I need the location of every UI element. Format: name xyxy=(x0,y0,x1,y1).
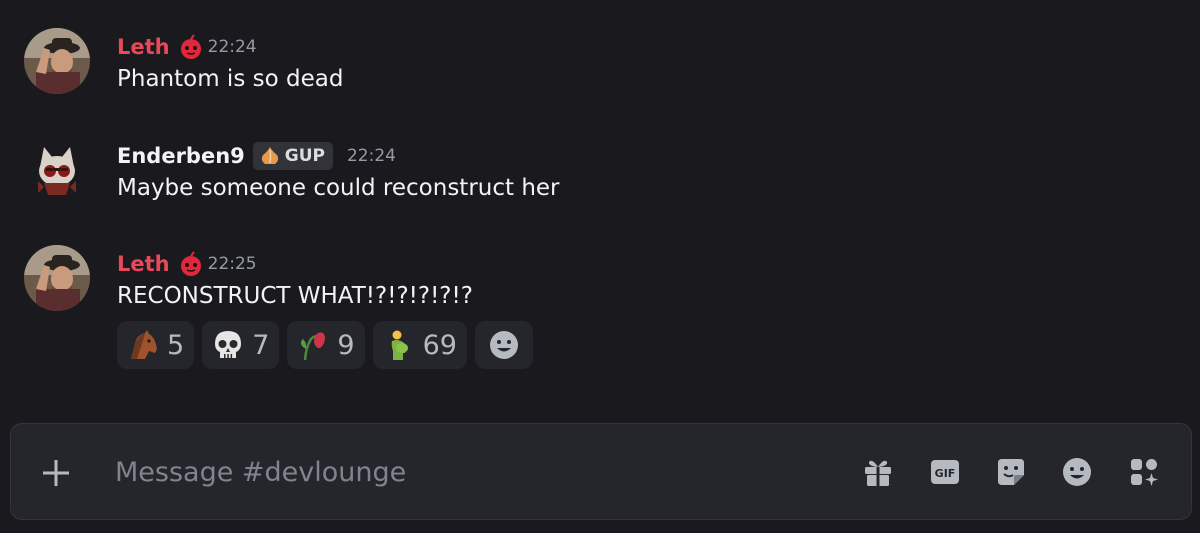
avatar[interactable] xyxy=(24,245,90,311)
message-header: Enderben9 GUP 22:24 xyxy=(117,141,396,171)
reactions-bar: 5 7 9 69 xyxy=(117,321,533,369)
reaction-skull[interactable]: 7 xyxy=(202,321,280,369)
avatar[interactable] xyxy=(24,137,90,203)
plus-icon[interactable] xyxy=(41,458,71,488)
timestamp: 22:25 xyxy=(207,254,257,274)
guild-tag-label: GUP xyxy=(284,146,325,166)
message-composer: GIF xyxy=(10,423,1192,520)
svg-text:GIF: GIF xyxy=(935,467,956,480)
gif-icon[interactable]: GIF xyxy=(929,456,961,488)
wilted-flower-icon xyxy=(297,329,329,361)
red-orb-icon xyxy=(178,34,204,60)
message-text: Maybe someone could reconstruct her xyxy=(117,175,560,201)
gift-icon[interactable] xyxy=(862,456,894,488)
username[interactable]: Leth xyxy=(117,252,170,276)
emoji-icon xyxy=(488,329,520,361)
username[interactable]: Leth xyxy=(117,35,170,59)
reaction-count: 7 xyxy=(252,329,270,361)
reaction-count: 5 xyxy=(167,329,185,361)
timestamp: 22:24 xyxy=(346,146,396,166)
message-header: Leth 22:25 xyxy=(117,249,257,279)
guild-tag[interactable]: GUP xyxy=(252,142,333,170)
message-input[interactable] xyxy=(115,446,715,498)
message-list: Leth 22:24 Phantom is so dead Enderben9 … xyxy=(0,0,1200,420)
reaction-count: 9 xyxy=(337,329,355,361)
reaction-horse[interactable]: 5 xyxy=(117,321,195,369)
horse-face-icon xyxy=(127,329,159,361)
reaction-wilted-flower[interactable]: 9 xyxy=(287,321,365,369)
reaction-pregnant-man[interactable]: 69 xyxy=(372,321,467,369)
reaction-count: 69 xyxy=(422,329,457,361)
emoji-icon[interactable] xyxy=(1061,456,1093,488)
message-text: RECONSTRUCT WHAT!?!?!?!?!? xyxy=(117,283,473,309)
message: Leth 22:25 RECONSTRUCT WHAT!?!?!?!?!? 5 … xyxy=(0,245,1200,369)
sticker-icon[interactable] xyxy=(995,456,1027,488)
message: Leth 22:24 Phantom is so dead xyxy=(0,28,1200,128)
red-orb-icon xyxy=(178,251,204,277)
timestamp: 22:24 xyxy=(207,37,257,57)
message-text: Phantom is so dead xyxy=(117,66,344,92)
avatar[interactable] xyxy=(24,28,90,94)
pregnant-man-icon xyxy=(383,329,415,361)
message-header: Leth 22:24 xyxy=(117,32,257,62)
message: Enderben9 GUP 22:24 Maybe someone could … xyxy=(0,137,1200,237)
onion-icon xyxy=(259,145,281,167)
apps-icon[interactable] xyxy=(1128,456,1160,488)
skull-icon xyxy=(212,329,244,361)
username[interactable]: Enderben9 xyxy=(117,144,245,168)
add-reaction-button[interactable] xyxy=(474,321,533,369)
